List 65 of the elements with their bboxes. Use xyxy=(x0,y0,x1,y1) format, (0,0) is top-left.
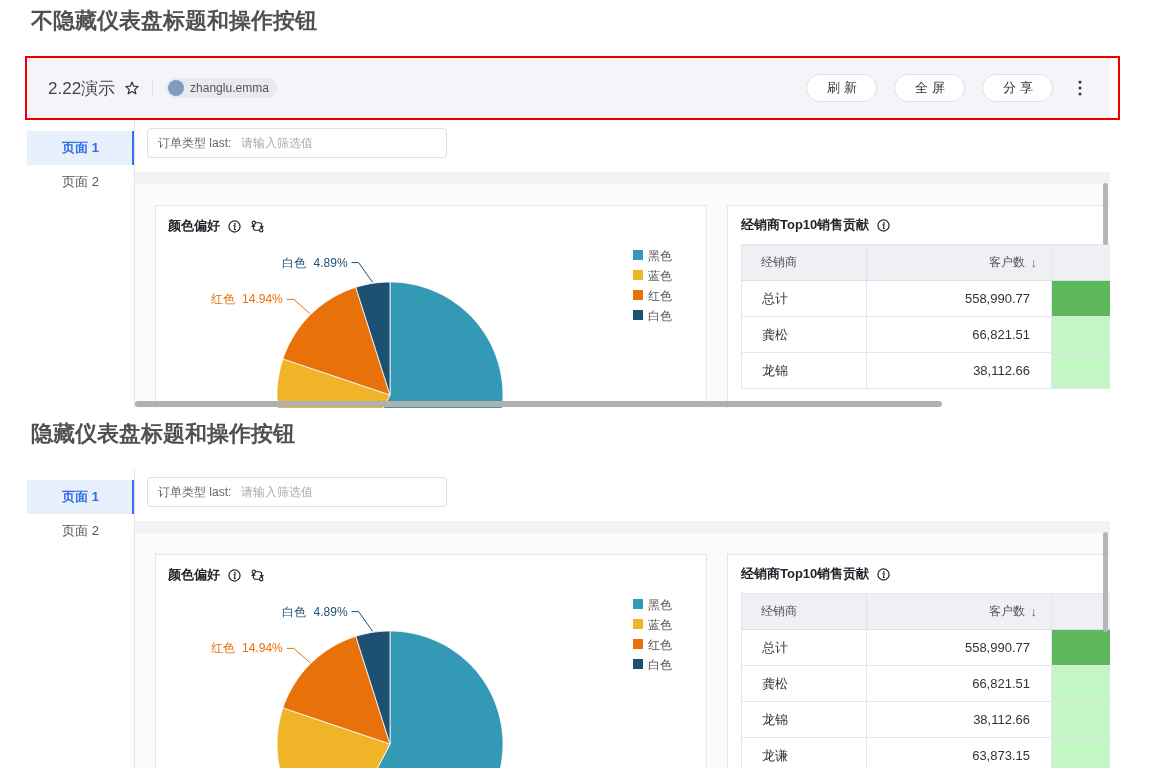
table-cell: 总计 xyxy=(742,281,867,317)
page-tab[interactable]: 页面 1 xyxy=(27,131,134,165)
info-icon[interactable] xyxy=(877,567,891,581)
dashboard-title: 2.22演示 xyxy=(48,77,116,100)
card-title: 颜色偏好 xyxy=(168,566,220,584)
legend-label[interactable]: 蓝色 xyxy=(648,268,672,283)
filter-field[interactable]: 订单类型 last: 请输入筛选值 xyxy=(147,128,447,158)
slice-label: 红色 14.94% xyxy=(210,292,283,307)
legend-label[interactable]: 红色 xyxy=(648,288,672,303)
table-cell: 龚松 xyxy=(742,317,867,353)
column-header[interactable]: 经销商 xyxy=(742,594,867,630)
avatar-icon xyxy=(168,80,185,96)
slice-label: 红色 14.94% xyxy=(210,641,283,656)
info-icon[interactable] xyxy=(228,568,241,582)
card-title: 经销商Top10销售贡献 xyxy=(741,216,870,234)
table-cell: 总计 xyxy=(742,630,867,666)
slice-label: 白色 4.89% xyxy=(282,255,348,270)
card-title: 颜色偏好 xyxy=(168,217,220,235)
column-header[interactable]: 客户数 ↓ xyxy=(867,594,1052,630)
table-cell: 龙锦 xyxy=(742,702,867,738)
sort-arrow-icon[interactable]: ↓ xyxy=(1030,604,1037,619)
column-label: 客户数 xyxy=(988,603,1025,620)
leader-line xyxy=(351,611,374,632)
toolbar-button[interactable]: 全屏 xyxy=(894,74,965,102)
owner-chip[interactable]: zhanglu.emma xyxy=(166,78,277,98)
toolbar-button[interactable]: 刷新 xyxy=(806,74,877,102)
cycle-arrows-icon[interactable] xyxy=(251,568,264,582)
table-cell: 龙谦 xyxy=(742,738,867,768)
filter-label: 订单类型 last: xyxy=(158,483,232,501)
leader-line xyxy=(286,298,311,315)
legend-label[interactable]: 白色 xyxy=(648,657,672,672)
table-cell: 龙锦 xyxy=(742,353,867,389)
info-icon[interactable] xyxy=(228,219,241,233)
leader-line xyxy=(286,647,311,664)
table-cell: 龚松 xyxy=(742,666,867,702)
legend-label[interactable]: 蓝色 xyxy=(648,617,672,632)
info-icon[interactable] xyxy=(877,218,891,232)
section-heading: 隐藏仪表盘标题和操作按钮 xyxy=(31,421,295,447)
legend-label[interactable]: 红色 xyxy=(648,637,672,652)
scrollbar-thumb[interactable] xyxy=(1103,183,1108,245)
legend-label[interactable]: 黑色 xyxy=(648,597,672,612)
section-heading: 不隐藏仪表盘标题和操作按钮 xyxy=(31,8,317,34)
star-icon[interactable] xyxy=(125,81,140,95)
card-title: 经销商Top10销售贡献 xyxy=(741,565,870,583)
toolbar-button[interactable]: 分享 xyxy=(982,74,1053,102)
more-icon[interactable] xyxy=(1078,80,1082,96)
page-tab[interactable]: 页面 2 xyxy=(27,165,134,199)
column-header[interactable]: 客户数 ↓ xyxy=(867,245,1052,281)
owner-name: zhanglu.emma xyxy=(190,80,269,96)
legend-label[interactable]: 黑色 xyxy=(648,248,672,263)
filter-field[interactable]: 订单类型 last: 请输入筛选值 xyxy=(147,477,447,507)
scrollbar-thumb[interactable] xyxy=(1103,532,1108,632)
slice-label: 白色 4.89% xyxy=(282,604,348,619)
page-tab[interactable]: 页面 1 xyxy=(27,480,134,514)
filter-input[interactable]: 请输入筛选值 xyxy=(241,136,436,150)
page-tab[interactable]: 页面 2 xyxy=(27,514,134,548)
filter-label: 订单类型 last: xyxy=(158,134,232,152)
column-header[interactable]: 经销商 xyxy=(742,245,867,281)
cycle-arrows-icon[interactable] xyxy=(251,219,264,233)
sort-arrow-icon[interactable]: ↓ xyxy=(1030,255,1037,270)
legend-label[interactable]: 白色 xyxy=(648,308,672,323)
leader-line xyxy=(351,262,374,283)
filter-input[interactable]: 请输入筛选值 xyxy=(241,485,436,499)
scrollbar-thumb[interactable] xyxy=(135,401,942,407)
column-label: 客户数 xyxy=(988,254,1025,271)
